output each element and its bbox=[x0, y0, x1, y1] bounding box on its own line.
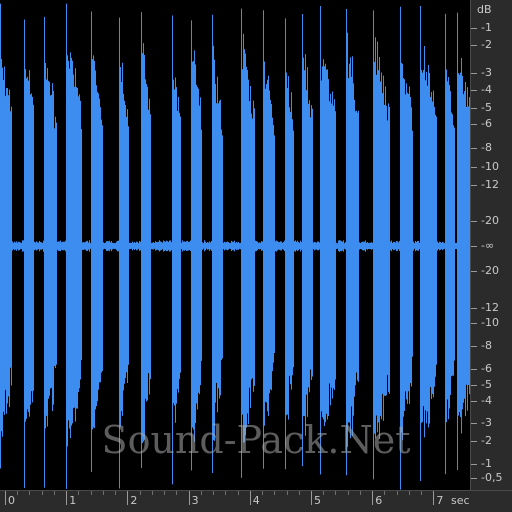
time-ruler[interactable]: sec 0 1 2 3 4 5 6 7 bbox=[0, 490, 512, 512]
time-minor-tick bbox=[237, 491, 239, 495]
db-tick bbox=[471, 308, 477, 309]
time-tick bbox=[127, 491, 129, 505]
db-tick bbox=[471, 369, 477, 370]
db-label-top: -8 bbox=[481, 141, 492, 154]
waveform-editor: dB -1 -2 -3 -4 -5 -6 -8 -10 -12 -20 -∞ -20 -12 -10 -8-… bbox=[0, 0, 512, 512]
waveform-samples bbox=[0, 3, 470, 490]
db-label-top: -1 bbox=[481, 21, 492, 34]
time-minor-tick bbox=[176, 491, 178, 495]
time-tick bbox=[372, 491, 374, 505]
time-tick bbox=[249, 491, 251, 505]
db-label-bottom: -20 bbox=[481, 264, 499, 277]
time-minor-tick bbox=[396, 491, 398, 495]
time-minor-tick bbox=[78, 491, 80, 495]
time-minor-tick bbox=[262, 491, 264, 495]
time-label: 5 bbox=[314, 494, 321, 507]
time-minor-tick bbox=[213, 491, 215, 495]
db-tick bbox=[471, 346, 477, 347]
db-label-bottom: -0,5 bbox=[481, 471, 503, 484]
db-tick bbox=[471, 464, 477, 465]
db-label-top: -10 bbox=[481, 160, 499, 173]
db-label-top: -12 bbox=[481, 178, 499, 191]
time-label: 1 bbox=[69, 494, 77, 507]
time-minor-tick bbox=[323, 491, 325, 495]
time-minor-tick bbox=[274, 491, 276, 495]
db-label-bottom: -12 bbox=[481, 301, 499, 314]
time-minor-tick bbox=[41, 491, 43, 495]
time-minor-tick bbox=[286, 491, 288, 495]
time-minor-tick bbox=[421, 491, 423, 495]
db-label-center: -∞ bbox=[481, 239, 495, 252]
db-tick bbox=[471, 167, 477, 168]
time-unit-label: sec bbox=[451, 494, 470, 507]
db-label-top: -4 bbox=[481, 83, 492, 96]
db-label-bottom: -4 bbox=[481, 394, 492, 407]
db-tick bbox=[471, 45, 477, 46]
time-label: 2 bbox=[130, 494, 138, 507]
time-minor-tick bbox=[90, 491, 92, 495]
time-minor-tick bbox=[29, 491, 31, 495]
time-minor-tick bbox=[335, 491, 337, 495]
db-label-bottom: -8 bbox=[481, 339, 492, 352]
db-label-top: -6 bbox=[481, 117, 492, 130]
db-tick bbox=[471, 148, 477, 149]
time-tick bbox=[5, 491, 6, 505]
db-label-top: -5 bbox=[481, 101, 492, 114]
db-label-bottom: -1 bbox=[481, 457, 492, 470]
time-minor-tick bbox=[225, 491, 227, 495]
db-label-bottom: -3 bbox=[481, 416, 492, 429]
time-label: 3 bbox=[191, 494, 199, 507]
db-label-bottom: -6 bbox=[481, 362, 492, 375]
db-tick bbox=[471, 441, 477, 442]
time-tick bbox=[66, 491, 68, 505]
db-label-bottom: -10 bbox=[481, 316, 499, 329]
db-ruler: dB -1 -2 -3 -4 -5 -6 -8 -10 -12 -20 -∞ -20 -12 -10 -8 -… bbox=[470, 0, 512, 490]
time-label: 0 bbox=[8, 494, 15, 507]
db-tick bbox=[471, 271, 477, 272]
time-label: 6 bbox=[375, 494, 383, 507]
db-tick bbox=[471, 28, 477, 29]
db-tick bbox=[471, 423, 477, 424]
time-minor-tick bbox=[151, 491, 153, 495]
db-tick bbox=[471, 221, 477, 222]
time-minor-tick bbox=[408, 491, 410, 495]
time-minor-tick bbox=[139, 491, 141, 495]
time-minor-tick bbox=[17, 491, 19, 495]
db-label-top: -3 bbox=[481, 66, 492, 79]
time-label: 4 bbox=[252, 494, 260, 507]
db-tick bbox=[471, 401, 477, 402]
db-tick bbox=[471, 108, 477, 109]
time-tick bbox=[311, 491, 312, 505]
db-tick bbox=[471, 185, 477, 186]
time-minor-tick bbox=[53, 491, 55, 495]
time-minor-tick bbox=[115, 491, 117, 495]
db-tick bbox=[471, 478, 477, 479]
db-unit-label: dB bbox=[477, 3, 492, 16]
time-minor-tick bbox=[359, 491, 361, 495]
time-minor-tick bbox=[298, 491, 300, 495]
time-minor-tick bbox=[384, 491, 386, 495]
waveform-display[interactable] bbox=[0, 0, 470, 490]
db-tick bbox=[471, 73, 477, 74]
db-label-top: -20 bbox=[481, 214, 499, 227]
time-label: 7 bbox=[436, 494, 444, 507]
db-label-bottom: -5 bbox=[481, 378, 492, 391]
waveform-graph[interactable] bbox=[0, 0, 470, 490]
time-minor-tick bbox=[102, 491, 104, 495]
time-tick bbox=[433, 491, 435, 505]
time-tick bbox=[188, 491, 190, 505]
db-label-top: -2 bbox=[481, 38, 492, 51]
db-tick bbox=[471, 246, 477, 247]
db-label-bottom: -2 bbox=[481, 434, 492, 447]
time-minor-tick bbox=[164, 491, 166, 495]
db-tick bbox=[471, 124, 477, 125]
db-tick bbox=[471, 323, 477, 324]
time-minor-tick bbox=[347, 491, 349, 495]
time-minor-tick bbox=[200, 491, 202, 495]
db-tick bbox=[471, 90, 477, 91]
db-tick bbox=[471, 385, 477, 386]
